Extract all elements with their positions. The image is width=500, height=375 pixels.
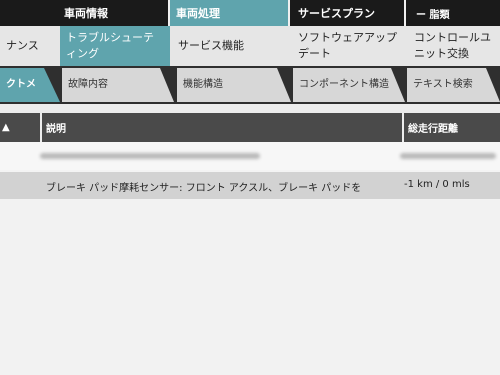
tab-fluids[interactable]: ー 脂類 (406, 0, 500, 26)
tab3-fault-content[interactable]: 故障内容 (62, 68, 174, 102)
tab3-component-structure[interactable]: コンポーネント構造 (293, 68, 405, 102)
tab-service-plan[interactable]: サービスプラン (292, 0, 404, 26)
subtab-software-update[interactable]: ソフトウェアアップデート (292, 26, 404, 66)
row-description: ブレーキ パッド摩耗センサー: フロント アクスル、ブレーキ パッドを (46, 183, 362, 194)
tab3-function-structure[interactable]: 機能構造 (177, 68, 291, 102)
blurred-text (40, 153, 260, 159)
column-header-description[interactable]: 説明 (46, 113, 386, 142)
subtab-maintenance[interactable]: ナンス (0, 26, 58, 66)
tab-vehicle-processing[interactable]: 車両処理 (170, 0, 288, 26)
subtab-troubleshooting[interactable]: トラブルシューティング (60, 26, 170, 66)
row-mileage: -1 km / 0 mls (404, 179, 470, 190)
blurred-text (400, 153, 496, 159)
subtab-service-functions[interactable]: サービス機能 (172, 26, 288, 66)
spacer (0, 104, 500, 113)
column-divider (402, 113, 404, 142)
tab-separator (288, 0, 290, 26)
subtab-control-unit-replacement[interactable]: コントロールユニット交換 (408, 26, 500, 66)
tab-vehicle-info[interactable]: 車両情報 (58, 0, 168, 26)
tab3-text-search[interactable]: テキスト検索 (407, 68, 500, 102)
column-header-mileage[interactable]: 総走行距離 (408, 113, 500, 142)
sort-icon[interactable]: ▲ (2, 113, 32, 142)
column-divider (40, 113, 42, 142)
empty-table-area (0, 199, 500, 375)
